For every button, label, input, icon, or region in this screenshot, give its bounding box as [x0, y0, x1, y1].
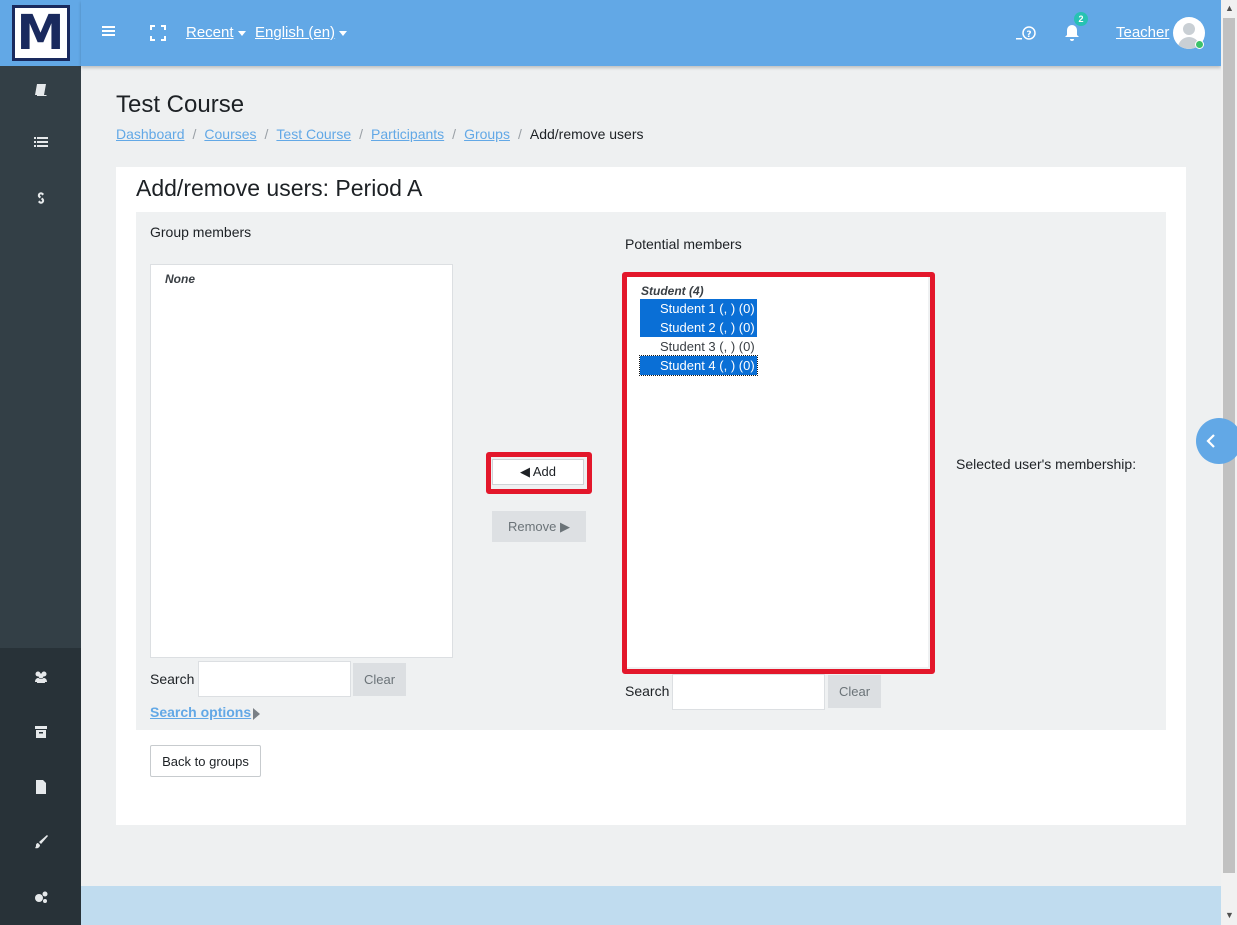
- hamburger-menu-icon[interactable]: [102, 24, 116, 42]
- notification-count-badge: 2: [1074, 12, 1088, 26]
- paintbrush-icon[interactable]: [28, 831, 54, 853]
- group-members-panel: Group members None Search Clear Search o…: [136, 212, 1166, 730]
- group-members-select[interactable]: None: [150, 264, 453, 658]
- link-icon[interactable]: [28, 187, 54, 209]
- expand-arrow-icon[interactable]: [253, 708, 260, 720]
- potential-search-label: Search: [625, 683, 670, 699]
- remove-button[interactable]: Remove ▶: [492, 511, 586, 542]
- breadcrumb-courses[interactable]: Courses: [204, 126, 256, 142]
- participants-icon[interactable]: [28, 666, 54, 688]
- scroll-down-arrow-icon[interactable]: ▼: [1225, 910, 1234, 920]
- logo-box: M: [11, 5, 70, 61]
- potential-search-clear-button[interactable]: Clear: [828, 675, 881, 708]
- group-search-label: Search: [150, 671, 195, 687]
- page-footer: [81, 886, 1221, 925]
- main-content-card: Add/remove users: Period A Group members…: [116, 167, 1186, 825]
- site-logo[interactable]: M: [0, 0, 81, 66]
- list-item[interactable]: Student 2 (, ) (0): [640, 318, 757, 337]
- section-heading: Add/remove users: Period A: [136, 175, 423, 201]
- list-item[interactable]: Student 4 (, ) (0): [639, 355, 758, 376]
- potential-members-label: Potential members: [625, 236, 742, 252]
- optgroup-label: Student (4): [641, 284, 704, 298]
- back-to-groups-button[interactable]: Back to groups: [150, 745, 261, 777]
- open-drawer-button[interactable]: [1196, 418, 1237, 464]
- breadcrumb: Dashboard / Courses / Test Course / Part…: [116, 126, 644, 142]
- course-book-icon[interactable]: [28, 79, 54, 101]
- settings-gears-icon[interactable]: [28, 886, 54, 908]
- user-name[interactable]: Teacher: [1116, 24, 1169, 41]
- breadcrumb-groups[interactable]: Groups: [464, 126, 510, 142]
- potential-search-input[interactable]: [672, 674, 825, 710]
- scroll-up-arrow-icon[interactable]: ▲: [1225, 3, 1234, 13]
- user-menu[interactable]: Teacher: [1116, 24, 1169, 41]
- logo-letter: M: [16, 5, 65, 61]
- empty-group-label: None: [165, 272, 195, 286]
- recent-dropdown[interactable]: Recent: [186, 24, 246, 41]
- breadcrumb-current: Add/remove users: [529, 126, 644, 142]
- top-navbar: Recent English (en) ? 2 Teacher: [81, 0, 1221, 66]
- add-button[interactable]: ◀ Add: [492, 459, 584, 485]
- breadcrumb-participants[interactable]: Participants: [371, 126, 444, 142]
- svg-text:?: ?: [1026, 30, 1031, 40]
- list-icon[interactable]: [28, 132, 54, 154]
- notification-bell-icon[interactable]: [1064, 24, 1080, 46]
- online-status-dot: [1195, 40, 1204, 49]
- breadcrumb-dashboard[interactable]: Dashboard: [116, 126, 185, 142]
- group-search-input[interactable]: [198, 661, 351, 697]
- fullscreen-icon[interactable]: [150, 25, 166, 45]
- help-icon[interactable]: ?: [1016, 25, 1038, 45]
- recent-caret-icon: [237, 30, 246, 36]
- language-link[interactable]: English (en): [255, 24, 335, 41]
- potential-members-select[interactable]: Student (4) Student 1 (, ) (0) Student 2…: [627, 277, 928, 667]
- file-icon[interactable]: [28, 776, 54, 798]
- group-members-label: Group members: [150, 224, 252, 240]
- list-item[interactable]: Student 3 (, ) (0): [640, 337, 757, 356]
- group-search-clear-button[interactable]: Clear: [353, 663, 406, 696]
- search-options-link[interactable]: Search options: [150, 704, 251, 720]
- recent-link[interactable]: Recent: [186, 24, 234, 41]
- chevron-left-icon: [1206, 434, 1215, 448]
- language-caret-icon: [339, 30, 348, 36]
- membership-label: Selected user's membership:: [956, 456, 1137, 472]
- breadcrumb-test-course[interactable]: Test Course: [276, 126, 351, 142]
- list-item[interactable]: Student 1 (, ) (0): [640, 299, 757, 318]
- archive-icon[interactable]: [28, 721, 54, 743]
- page-title: Test Course: [116, 91, 245, 118]
- language-dropdown[interactable]: English (en): [255, 24, 348, 41]
